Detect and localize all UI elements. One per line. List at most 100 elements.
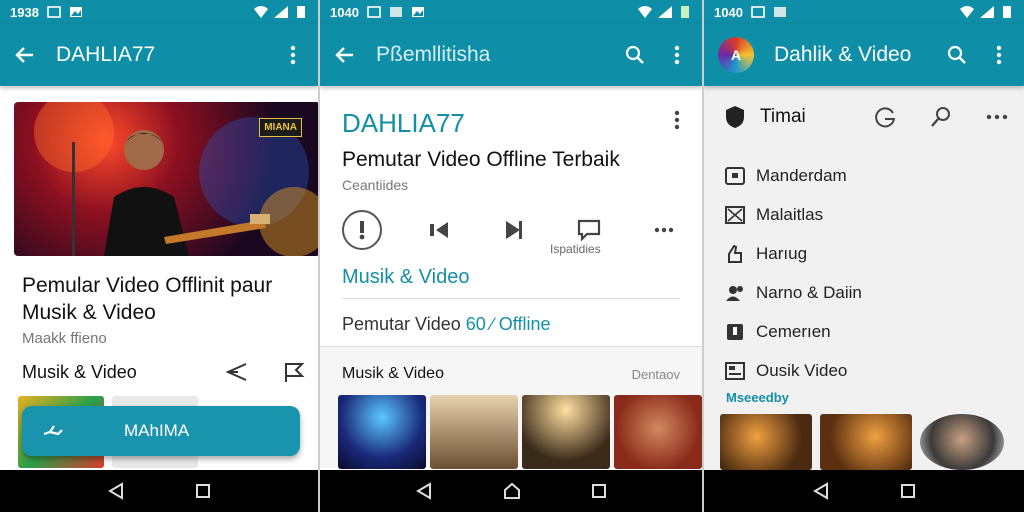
menu-item[interactable]: Manderdam xyxy=(724,156,862,195)
wifi-icon xyxy=(960,6,974,18)
app-bar: DAHLIA77 xyxy=(0,24,318,86)
play-fab-bar[interactable]: MAhIMA xyxy=(22,406,300,456)
photo-icon xyxy=(69,7,82,17)
menu-item[interactable]: Narno & Daiin xyxy=(724,273,862,312)
notification-icon xyxy=(47,6,61,18)
status-time: 1040 xyxy=(714,4,743,20)
brand-name: DAHLIA77 xyxy=(342,108,465,138)
app-title: Pemutar Video Offline Terbaik xyxy=(342,148,620,171)
nav-recents-icon[interactable] xyxy=(195,483,211,499)
app-bar: Pßemllitisha xyxy=(320,24,702,86)
nav-back-icon[interactable] xyxy=(107,482,125,500)
phone-screen-1: 1938 DAHLIA77 MIANA Pemular Video Offlin… xyxy=(0,0,320,512)
signal-icon xyxy=(658,6,672,18)
section-label: Musik & Video xyxy=(22,361,137,382)
app-subtitle: Maakk ffieno xyxy=(22,330,107,347)
nav-recents-icon[interactable] xyxy=(900,483,916,499)
video-list-icon xyxy=(724,360,746,382)
divider xyxy=(342,298,680,299)
shield-icon xyxy=(726,106,744,128)
thumbnail-row xyxy=(720,414,1004,470)
back-arrow-icon[interactable] xyxy=(334,44,356,66)
description-line: Pemutar Video 60 ∕ Offline xyxy=(342,314,550,335)
drawer-header-label: Timai xyxy=(760,106,806,127)
hero-image[interactable]: MIANA xyxy=(14,102,318,256)
action-row xyxy=(342,210,682,250)
image-icon xyxy=(724,204,746,226)
notification-icon xyxy=(367,6,381,18)
signal-icon xyxy=(274,6,288,18)
gallery-icon xyxy=(389,7,402,17)
phone-screen-3: 1040 A Dahlik & Video Timai Manderdam Ma… xyxy=(704,0,1024,512)
description-highlight: 60 ∕ Offline xyxy=(465,314,551,334)
menu-item[interactable]: Harıug xyxy=(724,234,862,273)
nav-recents-icon[interactable] xyxy=(591,483,607,499)
wifi-icon xyxy=(638,6,652,18)
notification-icon xyxy=(751,6,765,18)
nav-home-icon[interactable] xyxy=(503,482,521,500)
thumbnail[interactable] xyxy=(430,395,518,469)
menu-item-label: Harıug xyxy=(756,243,808,263)
more-vert-icon[interactable] xyxy=(282,44,304,66)
category-link[interactable]: Musik & Video xyxy=(342,266,469,289)
thumbnail[interactable] xyxy=(614,395,702,469)
phone-screen-2: 1040 Pßemllitisha DAHLIA77 Pemutar Video… xyxy=(320,0,704,512)
hero-badge: MIANA xyxy=(259,118,302,137)
search-icon[interactable] xyxy=(624,44,646,66)
status-bar: 1938 xyxy=(0,0,318,24)
menu-item[interactable]: Malaitlas xyxy=(724,195,862,234)
screens: 1938 DAHLIA77 MIANA Pemular Video Offlin… xyxy=(0,0,1024,512)
app-bar: A Dahlik & Video xyxy=(704,24,1024,86)
gallery-icon xyxy=(773,7,786,17)
nav-bar xyxy=(704,470,1024,512)
nav-bar xyxy=(320,470,702,512)
app-bar-title: Dahlik & Video xyxy=(774,43,912,66)
play-icon[interactable] xyxy=(496,212,532,248)
mini-player-icon xyxy=(43,425,63,436)
app-bar-title: Pßemllitisha xyxy=(376,43,491,66)
info-icon[interactable] xyxy=(342,210,382,250)
status-bar: 1040 xyxy=(320,0,702,24)
menu-item-label: Ousik Video xyxy=(756,360,848,380)
battery-icon xyxy=(1003,6,1011,18)
more-vert-icon[interactable] xyxy=(674,110,680,130)
microphone-icon[interactable] xyxy=(928,104,954,130)
battery-icon xyxy=(681,6,689,18)
section-row: Musik & Video xyxy=(22,360,306,384)
menu-item[interactable]: Cemerıen xyxy=(724,312,862,351)
tv-icon xyxy=(724,165,746,187)
more-horiz-icon[interactable] xyxy=(646,212,682,248)
thumbnail[interactable] xyxy=(820,414,912,470)
share-icon[interactable] xyxy=(222,360,250,384)
section-title: Musik & Video xyxy=(342,365,444,382)
status-bar: 1040 xyxy=(704,0,1024,24)
previous-icon[interactable] xyxy=(421,212,457,248)
flag-icon[interactable] xyxy=(278,360,306,384)
more-vert-icon[interactable] xyxy=(988,44,1010,66)
back-arrow-icon[interactable] xyxy=(14,44,36,66)
signal-icon xyxy=(980,6,994,18)
app-title: Pemular Video Offlinit paur Musik & Vide… xyxy=(22,274,273,324)
thumbnail[interactable] xyxy=(720,414,812,470)
more-horiz-icon[interactable] xyxy=(984,104,1010,130)
thumbnail[interactable] xyxy=(522,395,610,469)
menu-item-label: Manderdam xyxy=(756,165,847,185)
nav-back-icon[interactable] xyxy=(812,482,830,500)
section-action[interactable]: Dentaov xyxy=(632,367,680,382)
battery-icon xyxy=(297,6,305,18)
drawer-header: Timai xyxy=(724,104,1010,130)
search-icon[interactable] xyxy=(946,44,968,66)
thumbnail[interactable] xyxy=(920,414,1004,470)
more-vert-icon[interactable] xyxy=(666,44,688,66)
status-time: 1040 xyxy=(330,4,359,20)
menu-item[interactable]: Ousik Video xyxy=(724,351,862,390)
photo-icon xyxy=(411,7,424,17)
app-category: Ceantiides xyxy=(342,177,409,193)
google-icon[interactable] xyxy=(872,104,898,130)
nav-bar xyxy=(0,470,318,512)
nav-back-icon[interactable] xyxy=(415,482,433,500)
menu-item-label: Malaitlas xyxy=(756,204,824,224)
thumbnail-row xyxy=(338,395,702,469)
thumbnail[interactable] xyxy=(338,395,426,469)
description-text: Pemutar Video xyxy=(342,314,466,334)
